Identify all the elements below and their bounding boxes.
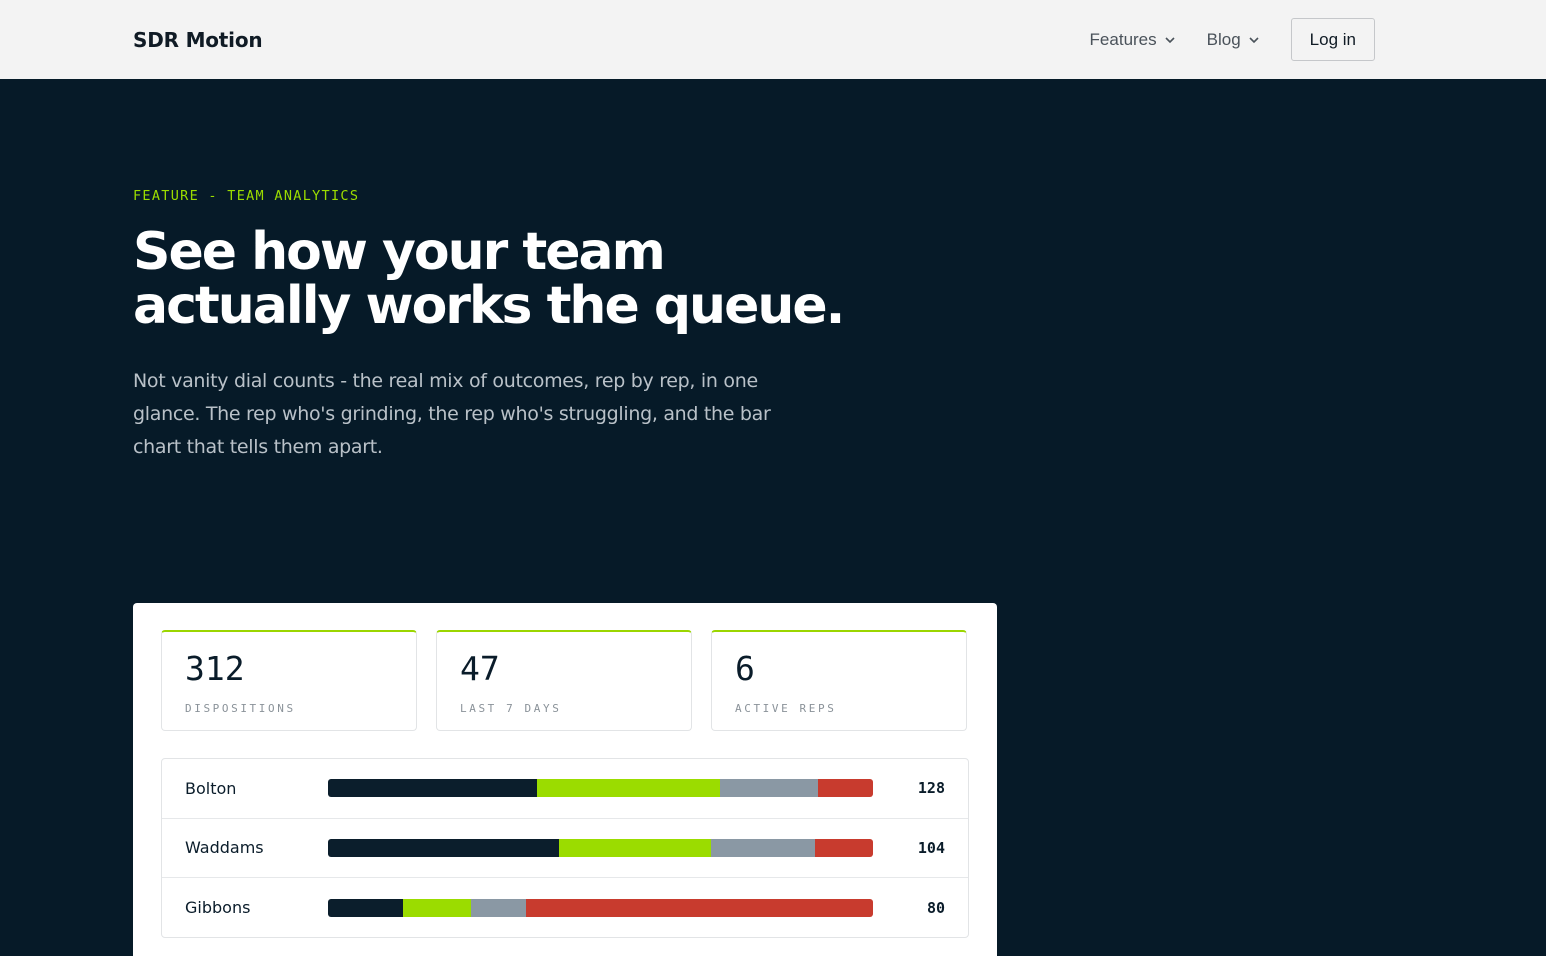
stat-tiles: 312 DISPOSITIONS 47 LAST 7 DAYS 6 ACTIVE… [161,630,967,731]
stat-tile-dispositions: 312 DISPOSITIONS [161,630,417,731]
nav-blog-label: Blog [1206,29,1241,49]
stat-label: LAST 7 DAYS [460,702,562,715]
stat-label: DISPOSITIONS [185,702,296,715]
bar-segment-connected [328,898,403,917]
headline-line-2: actually works the queue. [133,276,845,336]
feature-eyebrow: FEATURE - TEAM ANALYTICS [133,188,360,204]
bar-segment-ring-no-answer [719,779,818,798]
rep-name: Bolton [185,778,237,798]
rep-row: Gibbons 80 [162,878,968,938]
bar-segment-voicemail-left [536,779,720,798]
stat-value: 312 [185,649,245,688]
rep-total: 80 [926,898,945,917]
chevron-down-icon [1249,36,1259,43]
login-button[interactable]: Log in [1290,18,1375,61]
rep-total: 104 [917,838,945,857]
bar-segment-ring-no-answer [710,838,816,857]
rep-row: Bolton 128 [162,759,968,819]
rep-row: Waddams 104 [162,819,968,878]
nav-features[interactable]: Features [1090,30,1175,50]
bar-segment-ring-no-answer [471,898,526,917]
stat-tile-active-reps: 6 ACTIVE REPS [711,630,967,731]
main-nav: Features Blog Log in [1090,18,1375,61]
bar-segment-voicemail-left [558,838,711,857]
rep-total: 128 [917,779,945,798]
top-navigation: SDR Motion Features Blog Log in [0,0,1546,79]
rep-name: Waddams [185,838,264,858]
bar-segment-not-interested [815,838,873,857]
chevron-down-icon [1165,36,1175,43]
stacked-bar [328,838,873,857]
analytics-card: 312 DISPOSITIONS 47 LAST 7 DAYS 6 ACTIVE… [133,603,997,956]
stat-label: ACTIVE REPS [735,702,837,715]
stat-value: 47 [460,649,500,688]
nav-blog[interactable]: Blog [1207,30,1259,50]
bar-segment-not-interested [525,898,873,917]
stacked-bar [328,779,873,798]
stat-value: 6 [735,649,755,688]
bar-segment-voicemail-left [402,898,472,917]
logo[interactable]: SDR Motion [133,28,263,52]
hero-subtext: Not vanity dial counts - the real mix of… [133,370,771,458]
stacked-bar [328,898,873,917]
stat-tile-last-7-days: 47 LAST 7 DAYS [436,630,692,731]
nav-features-label: Features [1089,29,1157,49]
bar-segment-connected [328,779,537,798]
headline-line-1: See how your team [133,222,666,282]
rep-outcome-chart: Bolton 128 Waddams 104 Gibbons 80 [161,758,969,938]
rep-name: Gibbons [185,898,251,918]
hero-headline: See how your team actually works the que… [133,225,893,333]
bar-segment-not-interested [817,779,873,798]
bar-segment-connected [328,838,559,857]
